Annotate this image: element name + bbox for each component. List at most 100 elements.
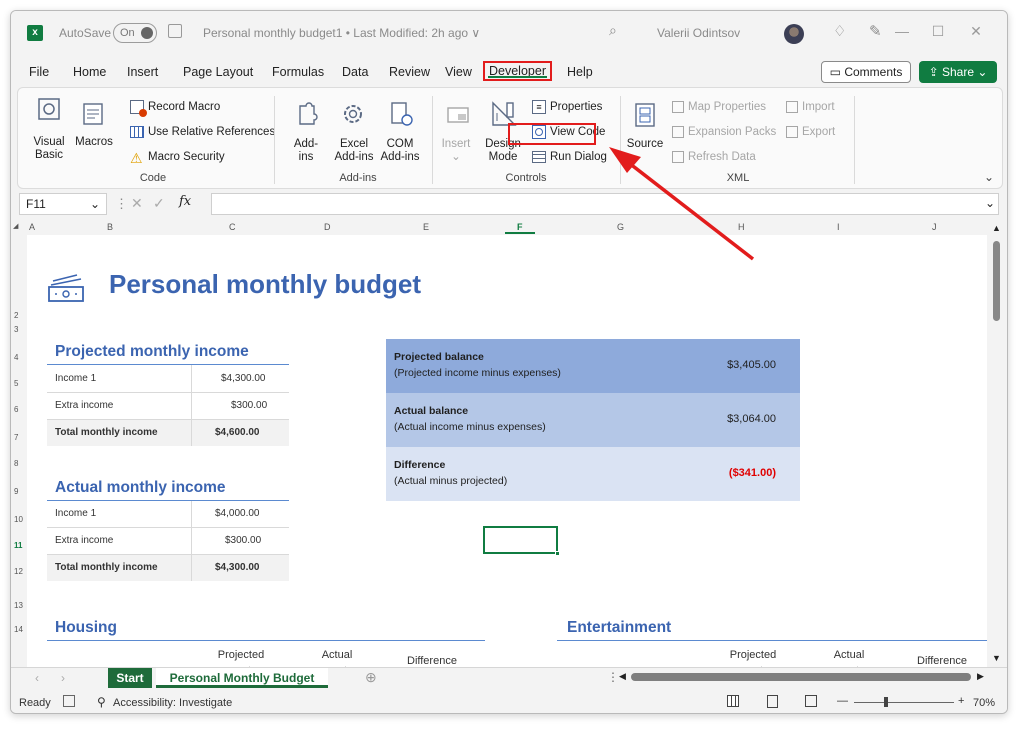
menu-help[interactable]: Help [567,65,593,79]
excel-addins-button[interactable]: Excel Add-ins [332,138,376,164]
menu-formulas[interactable]: Formulas [272,65,324,79]
menu-file[interactable]: File [29,65,49,79]
fill-handle[interactable] [555,551,560,556]
column-header[interactable]: J [932,222,937,232]
row-header[interactable]: 13 [14,601,23,610]
scroll-left-icon[interactable]: ◀ [619,671,626,682]
more-options-icon[interactable]: ⋮ [115,196,128,212]
tab-next-icon[interactable]: › [61,671,65,685]
column-header[interactable]: G [617,222,624,232]
maximize-button[interactable]: ☐ [923,19,953,43]
user-name[interactable]: Valerii Odintsov [657,26,740,40]
page-layout-view-icon[interactable] [767,695,778,708]
close-button[interactable]: ✕ [961,19,991,43]
vertical-scrollbar[interactable]: ▲ ▼ [987,221,1007,667]
scroll-up-icon[interactable]: ▲ [992,223,1001,233]
fx-icon[interactable]: fx [179,194,191,209]
gear-icon[interactable] [340,100,366,128]
row-header-selected[interactable]: 11 [14,541,22,550]
tab-start[interactable]: Start [108,668,152,688]
user-avatar[interactable] [784,24,804,44]
row-header[interactable]: 6 [14,405,18,414]
select-all-corner[interactable]: ◢ [13,222,18,230]
row-header[interactable]: 9 [14,487,18,496]
com-addins-button[interactable]: COM Add-ins [378,138,422,164]
use-relative-references-button[interactable]: Use Relative References [148,126,275,138]
horizontal-scroll-thumb[interactable] [631,673,971,681]
autosave-toggle[interactable]: On [113,23,157,43]
macros-icon[interactable] [82,100,106,126]
source-button[interactable]: Source [624,138,666,151]
row-header[interactable]: 14 [14,625,23,634]
refresh-data-button[interactable]: Refresh Data [688,151,756,163]
addins-button[interactable]: Add- ins [288,138,324,164]
save-icon[interactable] [168,24,182,38]
visual-basic-button[interactable]: Visual Basic [28,136,70,162]
source-icon[interactable] [634,102,656,128]
normal-view-icon[interactable] [727,695,739,707]
row-header[interactable]: 12 [14,567,23,576]
tab-split-handle-icon[interactable]: ⋮ [607,670,619,684]
worksheet-grid[interactable]: Personal monthly budget Projected monthl… [27,235,987,667]
row-header[interactable]: 2 [14,311,18,320]
column-header[interactable]: B [107,222,113,232]
zoom-level[interactable]: 70% [973,697,995,709]
row-header[interactable]: 8 [14,459,18,468]
export-button[interactable]: Export [802,126,835,138]
macro-security-button[interactable]: Macro Security [148,151,225,163]
macro-recording-icon[interactable] [63,695,75,707]
pen-icon[interactable]: ✎ [869,22,882,40]
zoom-in-icon[interactable]: + [958,695,964,707]
zoom-out-icon[interactable]: — [837,695,848,707]
column-header[interactable]: C [229,222,236,232]
scroll-down-icon[interactable]: ▼ [992,653,1001,663]
insert-controls-icon[interactable] [446,102,472,128]
formula-input[interactable] [211,193,999,215]
visual-basic-icon[interactable] [36,96,62,122]
insert-button[interactable]: Insert [438,138,474,151]
diamond-icon[interactable]: ♢ [833,22,846,40]
tab-personal-monthly-budget[interactable]: Personal Monthly Budget [156,668,328,688]
menu-developer[interactable]: Developer [483,61,552,81]
insert-dropdown-icon[interactable]: ⌄ [438,151,474,164]
map-properties-button[interactable]: Map Properties [688,101,766,113]
addins-icon[interactable] [294,100,320,128]
share-button[interactable]: ⇪ Share ⌄ [919,61,997,83]
selected-cell-F11[interactable] [483,526,560,556]
accessibility-icon[interactable]: ⚲ [97,695,106,709]
record-macro-button[interactable]: Record Macro [148,101,220,113]
zoom-slider-knob[interactable] [884,697,888,707]
ribbon-collapse-chevron-icon[interactable]: ⌄ [984,170,994,184]
column-header[interactable]: I [837,222,840,232]
name-box-chevron-icon[interactable]: ⌄ [90,197,100,211]
properties-button[interactable]: Properties [550,101,602,113]
scroll-right-icon[interactable]: ▶ [977,671,984,682]
column-header-selected[interactable]: F [505,222,535,234]
menu-insert[interactable]: Insert [127,65,158,79]
formula-expand-chevron-icon[interactable]: ⌄ [985,196,995,210]
accessibility-status[interactable]: Accessibility: Investigate [113,697,232,709]
com-addins-icon[interactable] [388,100,414,128]
row-header[interactable]: 3 [14,325,18,334]
import-button[interactable]: Import [802,101,835,113]
row-header[interactable]: 4 [14,353,18,362]
column-header[interactable]: A [29,222,35,232]
row-header[interactable]: 5 [14,379,18,388]
column-header[interactable]: E [423,222,429,232]
menu-home[interactable]: Home [73,65,106,79]
menu-review[interactable]: Review [389,65,430,79]
add-sheet-icon[interactable]: ⊕ [365,669,377,686]
column-header[interactable]: D [324,222,331,232]
run-dialog-button[interactable]: Run Dialog [550,151,607,163]
row-header[interactable]: 10 [14,515,23,524]
menu-data[interactable]: Data [342,65,368,79]
minimize-button[interactable]: — [887,19,917,43]
menu-view[interactable]: View [445,65,472,79]
zoom-slider-track[interactable] [854,702,954,703]
tab-prev-icon[interactable]: ‹ [35,671,39,685]
comments-button[interactable]: ▭ Comments [821,61,911,83]
menu-page-layout[interactable]: Page Layout [183,65,253,79]
search-icon[interactable]: ⌕ [609,22,617,39]
document-title[interactable]: Personal monthly budget1 • Last Modified… [203,26,480,40]
name-box[interactable]: F11 ⌄ [19,193,107,215]
